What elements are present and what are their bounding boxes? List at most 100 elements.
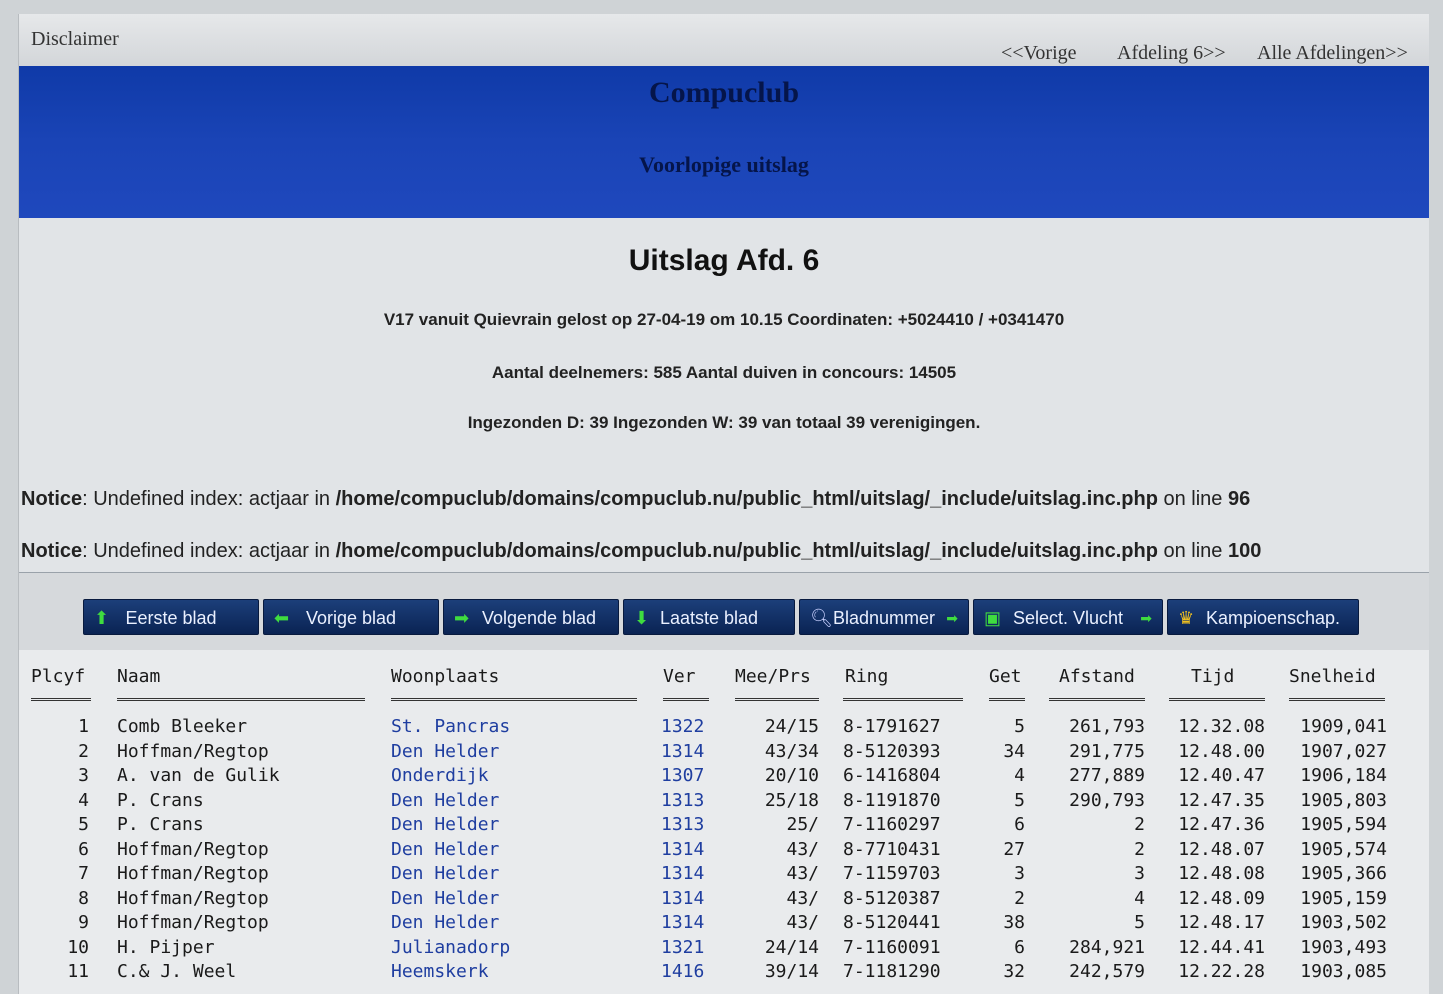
table-cell: 25/18 xyxy=(764,789,819,811)
table-cell: P. Crans xyxy=(117,814,204,835)
table-cell: 12.47.35 xyxy=(1178,789,1265,811)
table-cell: St. Pancras xyxy=(391,716,511,737)
table-cell: 11 xyxy=(67,961,89,982)
release-info: V17 vanuit Quievrain gelost op 27-04-19 … xyxy=(383,310,1065,329)
table-cell: 291,775 xyxy=(1069,740,1145,762)
table-cell: 3 xyxy=(78,765,89,786)
table-row[interactable]: 9 Hoffman/Regtop Den Helder 1314 43/8-512044… xyxy=(19,912,1429,936)
select-flight-button[interactable]: ▣ Select. Vlucht ➡ xyxy=(973,599,1163,635)
table-cell: 1322 xyxy=(661,716,705,737)
table-cell: 8-5120393 xyxy=(843,740,941,762)
notice-label: Notice xyxy=(21,540,83,562)
table-cell: 1313 xyxy=(661,814,705,835)
table-cell: 39/14 xyxy=(764,961,819,982)
table-cell: 1 xyxy=(78,716,89,737)
table-cell: 8-1791627 xyxy=(843,716,941,737)
table-cell: 1313 xyxy=(661,789,705,811)
column-header: Snelheid xyxy=(1289,666,1376,687)
header-underline xyxy=(1169,698,1265,701)
table-cell: 43/ xyxy=(786,887,819,909)
page-number-button[interactable]: 🔍︎ Bladnummer ➡ xyxy=(799,599,969,635)
first-page-button[interactable]: ⬆ Eerste blad xyxy=(83,599,259,635)
table-cell: 12.48.08 xyxy=(1178,863,1265,884)
column-header: Plcyf xyxy=(31,666,86,687)
table-row[interactable]: 4 P. Crans Den Helder 1313 25/18 8-1191870 5 29… xyxy=(19,790,1429,814)
table-cell: Den Helder xyxy=(391,887,500,909)
notice-label: Notice xyxy=(21,488,83,510)
table-cell: 5 xyxy=(1134,912,1145,933)
column-header: Woonplaats xyxy=(391,666,500,687)
table-cell: 1307 xyxy=(661,765,705,786)
table-row[interactable]: 5 P. Crans Den Helder 1313 25/7-1160297 6 2 12.… xyxy=(19,814,1429,838)
table-cell: 1314 xyxy=(661,912,705,933)
button-label: Kampioenschap. xyxy=(1205,608,1341,628)
table-cell: 5 xyxy=(1014,716,1025,737)
table-cell: 6 xyxy=(1014,814,1025,835)
table-cell: 2 xyxy=(1134,814,1145,835)
table-cell: 1314 xyxy=(661,838,705,860)
table-cell: 1314 xyxy=(661,887,705,909)
club-title: Compuclub xyxy=(648,76,800,109)
header-underline xyxy=(391,698,637,701)
table-row[interactable]: 7 Hoffman/Regtop Den Helder 1314 43/7-115970… xyxy=(19,863,1429,887)
table-cell: 10 xyxy=(67,936,89,958)
table-cell: 34 xyxy=(1003,740,1025,762)
table-cell: 1321 xyxy=(661,936,705,958)
table-cell: 6-1416804 xyxy=(843,765,941,786)
table-cell: 20/10 xyxy=(764,765,819,786)
header-underline xyxy=(663,698,709,701)
table-row[interactable]: 11 C.& J. Weel Heemskerk 1416 39/14 7-1181290… xyxy=(19,961,1429,985)
table-cell: 7-1160091 xyxy=(843,936,941,958)
table-cell: 8-1191870 xyxy=(843,789,941,811)
button-label: Vorige blad xyxy=(305,608,397,628)
browser-screen: Disclaimer <<Vorige Afdeling 6>> Alle Af… xyxy=(18,14,1429,994)
table-cell: 38 xyxy=(1003,912,1025,933)
table-row[interactable]: 10 H. Pijper Julianadorp 1321 24/14 7-1160091… xyxy=(19,937,1429,961)
button-label: Laatste blad xyxy=(659,608,759,628)
table-cell: 2 xyxy=(1014,887,1025,909)
table-cell: 261,793 xyxy=(1069,716,1145,737)
table-cell: 4 xyxy=(1014,765,1025,786)
column-header: Ring xyxy=(845,666,889,687)
prev-page-button[interactable]: ⬅ Vorige blad xyxy=(263,599,439,635)
table-row[interactable]: 8 Hoffman/Regtop Den Helder 1314 43/8-512038… xyxy=(19,888,1429,912)
disclaimer-link[interactable]: Disclaimer xyxy=(31,28,119,51)
table-cell: 1905,594 xyxy=(1300,814,1387,835)
table-cell: 12.40.47 xyxy=(1178,765,1265,786)
table-row[interactable]: 3 A. van de Gulik Onderdijk 1307 20/10 6-1416… xyxy=(19,765,1429,789)
notice-path: /home/compuclub/domains/compuclub.nu/pub… xyxy=(335,488,1158,510)
table-cell: Hoffman/Regtop xyxy=(117,863,269,884)
page-toolbar: ⬆ Eerste blad ⬅ Vorige blad ➡ Volgende b… xyxy=(19,572,1429,655)
table-cell: 277,889 xyxy=(1069,765,1145,786)
table-cell: 2 xyxy=(78,740,89,762)
last-page-button[interactable]: ⬇ Laatste blad xyxy=(623,599,795,635)
result-title: Uitslag Afd. 6 xyxy=(628,244,820,277)
table-cell: 4 xyxy=(78,789,89,811)
arrow-right-icon: ➡ xyxy=(1140,610,1152,626)
php-notice: Notice: Undefined index: actjaar in /hom… xyxy=(21,540,1261,563)
table-cell: Hoffman/Regtop xyxy=(117,887,269,909)
table-cell: 3 xyxy=(1134,863,1145,884)
column-header: Tijd xyxy=(1191,666,1235,687)
table-cell: P. Crans xyxy=(117,789,204,811)
table-cell: 7-1181290 xyxy=(843,961,941,982)
table-cell: H. Pijper xyxy=(117,936,215,958)
championship-button[interactable]: ♛ Kampioenschap. xyxy=(1167,599,1359,635)
table-cell: 1314 xyxy=(661,863,705,884)
notice-online: on line xyxy=(1157,488,1228,510)
prev-link[interactable]: <<Vorige xyxy=(1001,42,1077,65)
table-row[interactable]: 2 Hoffman/Regtop Den Helder 1314 43/34 8-5120… xyxy=(19,741,1429,765)
next-page-button[interactable]: ➡ Volgende blad xyxy=(443,599,619,635)
button-label: Select. Vlucht xyxy=(1012,608,1124,628)
table-cell: 12.22.28 xyxy=(1178,961,1265,982)
next-afdeling-link[interactable]: Afdeling 6>> xyxy=(1117,42,1226,65)
notice-path: /home/compuclub/domains/compuclub.nu/pub… xyxy=(335,540,1158,562)
table-cell: Den Helder xyxy=(391,838,500,860)
table-cell: 32 xyxy=(1003,961,1025,982)
table-row[interactable]: 6 Hoffman/Regtop Den Helder 1314 43/8-771043… xyxy=(19,839,1429,863)
table-cell: 8-5120387 xyxy=(843,887,941,909)
notice-text: : Undefined index: actjaar in xyxy=(82,488,336,510)
table-cell: 7-1160297 xyxy=(843,814,941,835)
all-afdelingen-link[interactable]: Alle Afdelingen>> xyxy=(1257,42,1408,65)
table-row[interactable]: 1 Comb Bleeker St. Pancras 1322 24/15 8-17916… xyxy=(19,716,1429,740)
